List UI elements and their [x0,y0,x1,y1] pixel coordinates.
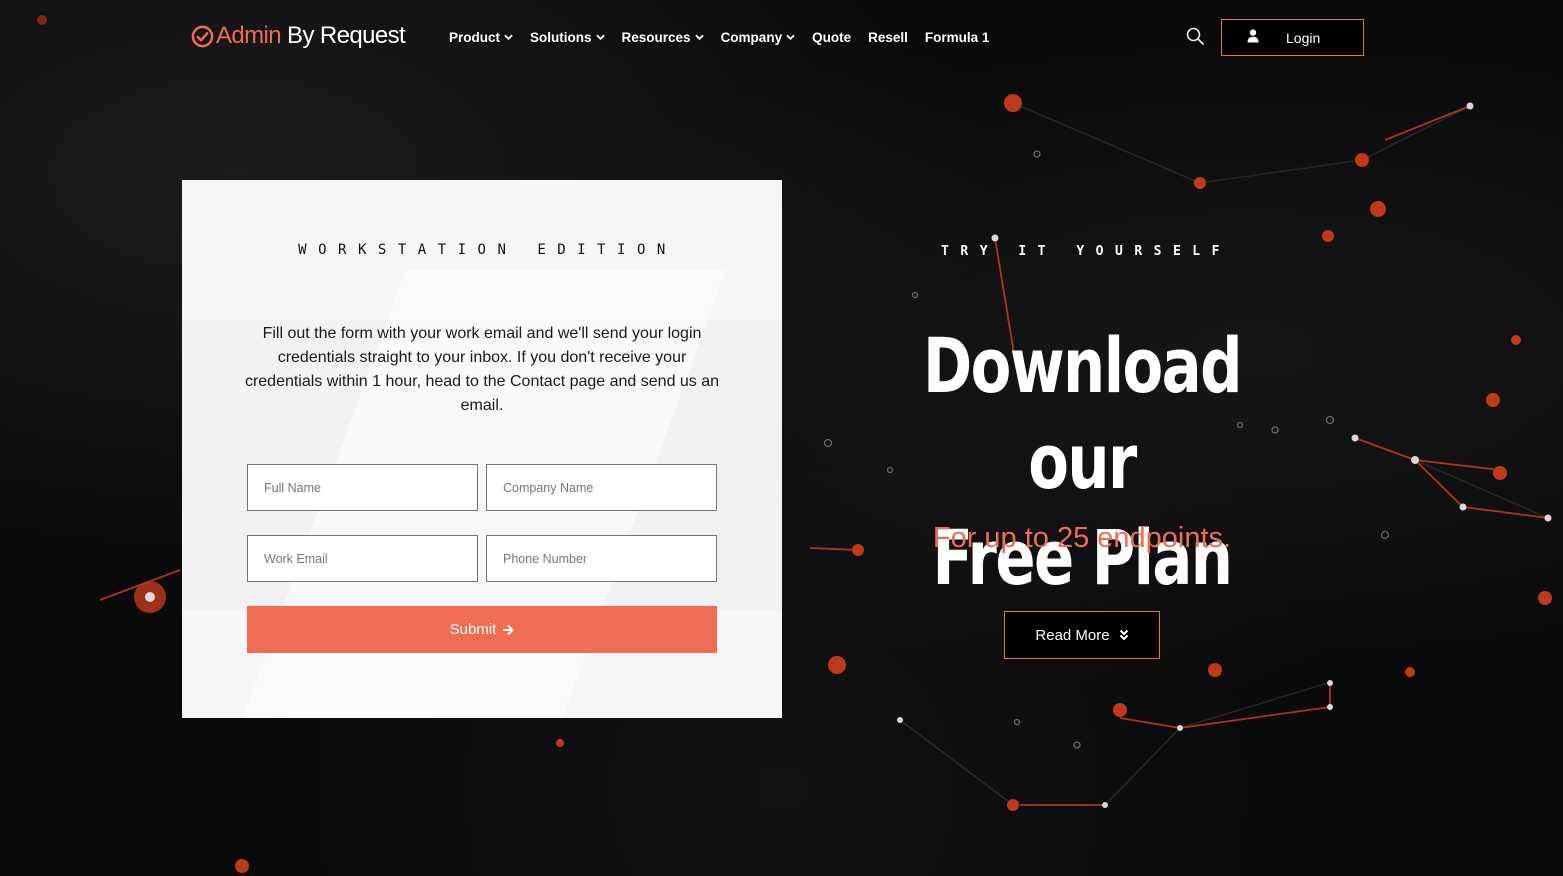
chevron-down-icon [504,34,513,40]
nav-item-label: Formula 1 [924,29,990,45]
nav-item-company[interactable]: Company [721,30,796,45]
nav-item-resources[interactable]: Resources [622,30,704,45]
nav-item-formula-1[interactable]: Formula 1 [925,30,990,45]
hero-headline-line-1: Download our [923,321,1242,506]
check-circle-icon [191,25,214,47]
nav-item-product[interactable]: Product [449,30,513,45]
hero-eyebrow: TRY IT YOURSELF [941,244,1231,259]
double-chevron-down-icon [1119,629,1128,641]
chevron-down-icon [694,34,704,40]
submit-label: Submit [449,621,497,638]
company-name-input[interactable] [486,464,717,511]
login-button[interactable]: Login [1221,19,1364,56]
signup-form-card: WORKSTATION EDITION Fill out the form wi… [182,180,782,718]
nav-item-label: Company [720,29,783,45]
nav-item-label: Solutions [530,29,592,45]
nav-item-label: Quote [812,29,852,45]
nav-item-solutions[interactable]: Solutions [530,30,605,45]
nav-item-label: Resources [621,29,691,45]
phone-number-input[interactable] [486,535,717,582]
main-menu: Product Solutions Resources Company Quot… [449,27,1006,47]
submit-button[interactable]: Submit [247,606,717,653]
nav-item-label: Resell [868,29,908,45]
read-more-label: Read More [1035,626,1110,644]
search-icon[interactable] [1186,27,1204,45]
top-navigation: Admin By Request Product Solutions Resou… [0,0,1563,72]
chevron-down-icon [595,34,605,40]
read-more-button[interactable]: Read More [1004,611,1160,659]
arrow-right-icon [503,624,515,635]
form-eyebrow: WORKSTATION EDITION [298,242,677,258]
hero-headline: Download our Free Plan [885,318,1278,606]
hero-subheadline: For up to 25 endpoints. [932,522,1232,554]
form-description: Fill out the form with your work email a… [244,325,720,414]
brand-name-rest: By Request [287,22,406,49]
nav-item-quote[interactable]: Quote [812,30,851,45]
chevron-down-icon [786,34,795,40]
page: Admin By Request Product Solutions Resou… [0,0,1563,876]
brand-name-accent: Admin [216,22,282,49]
nav-item-label: Product [449,29,501,45]
full-name-input[interactable] [247,464,478,511]
user-icon [1247,29,1259,43]
brand-logo[interactable]: Admin By Request [191,20,406,52]
nav-item-resell[interactable]: Resell [868,30,908,45]
login-label: Login [1286,30,1321,46]
work-email-input[interactable] [247,535,478,582]
